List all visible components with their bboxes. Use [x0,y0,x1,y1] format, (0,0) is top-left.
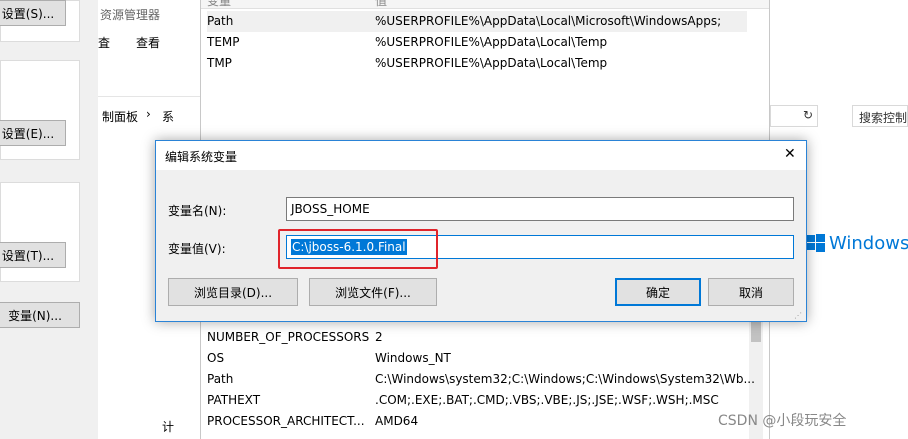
row-name: PROCESSOR_ARCHITECT... [207,414,365,428]
settings-s-button[interactable]: 设置(S)... [0,0,66,26]
table-row[interactable]: NUMBER_OF_PROCESSORS 2 [207,327,747,348]
row-value: %USERPROFILE%\AppData\Local\Temp [375,35,608,49]
variable-name-value: JBOSS_HOME [291,202,370,216]
resize-grip-icon[interactable]: ⋰ [794,311,804,321]
row-value: AMD64 [375,414,419,428]
table-row[interactable]: Path %USERPROFILE%\AppData\Local\Microso… [207,11,747,32]
breadcrumb-next[interactable]: 系 [162,108,174,125]
row-value: C:\Windows\system32;C:\Windows;C:\Window… [375,372,755,386]
browse-directory-button[interactable]: 浏览目录(D)... [168,278,298,306]
table-row[interactable]: TMP %USERPROFILE%\AppData\Local\Temp [207,53,747,74]
row-name: TMP [207,56,232,70]
table-row[interactable]: PATHEXT .COM;.EXE;.BAT;.CMD;.VBS;.VBE;.J… [207,390,747,411]
menu-partial[interactable]: 査 [98,34,110,51]
variable-name-label: 变量名(N): [168,204,227,218]
row-name: Path [207,14,234,28]
env-var-button[interactable]: 变量(N)... [0,302,80,328]
search-placeholder: 搜索控制 [859,111,908,125]
row-name: OS [207,351,225,365]
row-value: %USERPROFILE%\AppData\Local\Temp [375,56,608,70]
row-value: Windows_NT [375,351,451,365]
refresh-icon[interactable]: ↻ [803,108,813,122]
table-row[interactable]: Path C:\Windows\system32;C:\Windows;C:\W… [207,369,755,390]
row-value: .COM;.EXE;.BAT;.CMD;.VBS;.VBE;.JS;.JSE;.… [375,393,719,407]
table-row[interactable]: PROCESSOR_ARCHITECT... AMD64 [207,411,747,432]
settings-t-button[interactable]: 设置(T)... [0,242,66,268]
edit-system-variable-dialog: 编辑系统变量 ✕ 变量名(N): JBOSS_HOME 变量值(V): C:\j… [155,140,807,322]
dialog-title: 编辑系统变量 [165,150,238,164]
cancel-button[interactable]: 取消 [708,278,794,306]
variable-name-input[interactable]: JBOSS_HOME [286,197,794,221]
windows-brand-text: Windows [829,233,908,254]
scrollbar-thumb[interactable] [751,322,761,342]
breadcrumb-control-panel[interactable]: 制面板 [102,108,138,125]
row-name: NUMBER_OF_PROCESSORS [207,330,370,344]
search-box[interactable]: 搜索控制 [852,105,908,127]
row-name: PATHEXT [207,393,261,407]
address-controls: ↻ [770,105,818,127]
variable-value-label: 变量值(V): [168,242,226,256]
menu-view[interactable]: 查看 [136,34,160,51]
ok-button[interactable]: 确定 [615,278,701,306]
windows-logo-icon [807,234,825,252]
left-panel: 设置(S)... 设置(E)... 设置(T)... 变量(N)... [0,0,98,439]
table-row[interactable]: OS Windows_NT [207,348,747,369]
explorer-title: 资源管理器 [100,8,161,22]
row-value: 2 [375,330,383,344]
dialog-titlebar[interactable]: 编辑系统变量 ✕ [156,141,806,170]
list-header: 变量 值 [201,0,769,9]
table-row[interactable]: TEMP %USERPROFILE%\AppData\Local\Temp [207,32,747,53]
browse-file-button[interactable]: 浏览文件(F)... [309,278,437,306]
highlight-box [278,229,438,269]
row-name: TEMP [207,35,240,49]
watermark: CSDN @小段玩安全 [718,413,847,429]
explorer-bottom-label: 计 [162,420,175,434]
settings-e-button[interactable]: 设置(E)... [0,120,66,146]
row-name: Path [207,372,234,386]
header-name[interactable]: 变量 [207,0,231,8]
close-icon[interactable]: ✕ [784,146,796,162]
breadcrumb-arrow-icon: › [146,107,151,121]
header-value[interactable]: 值 [375,0,387,8]
divider [98,96,202,97]
row-value: %USERPROFILE%\AppData\Local\Microsoft\Wi… [375,14,722,28]
